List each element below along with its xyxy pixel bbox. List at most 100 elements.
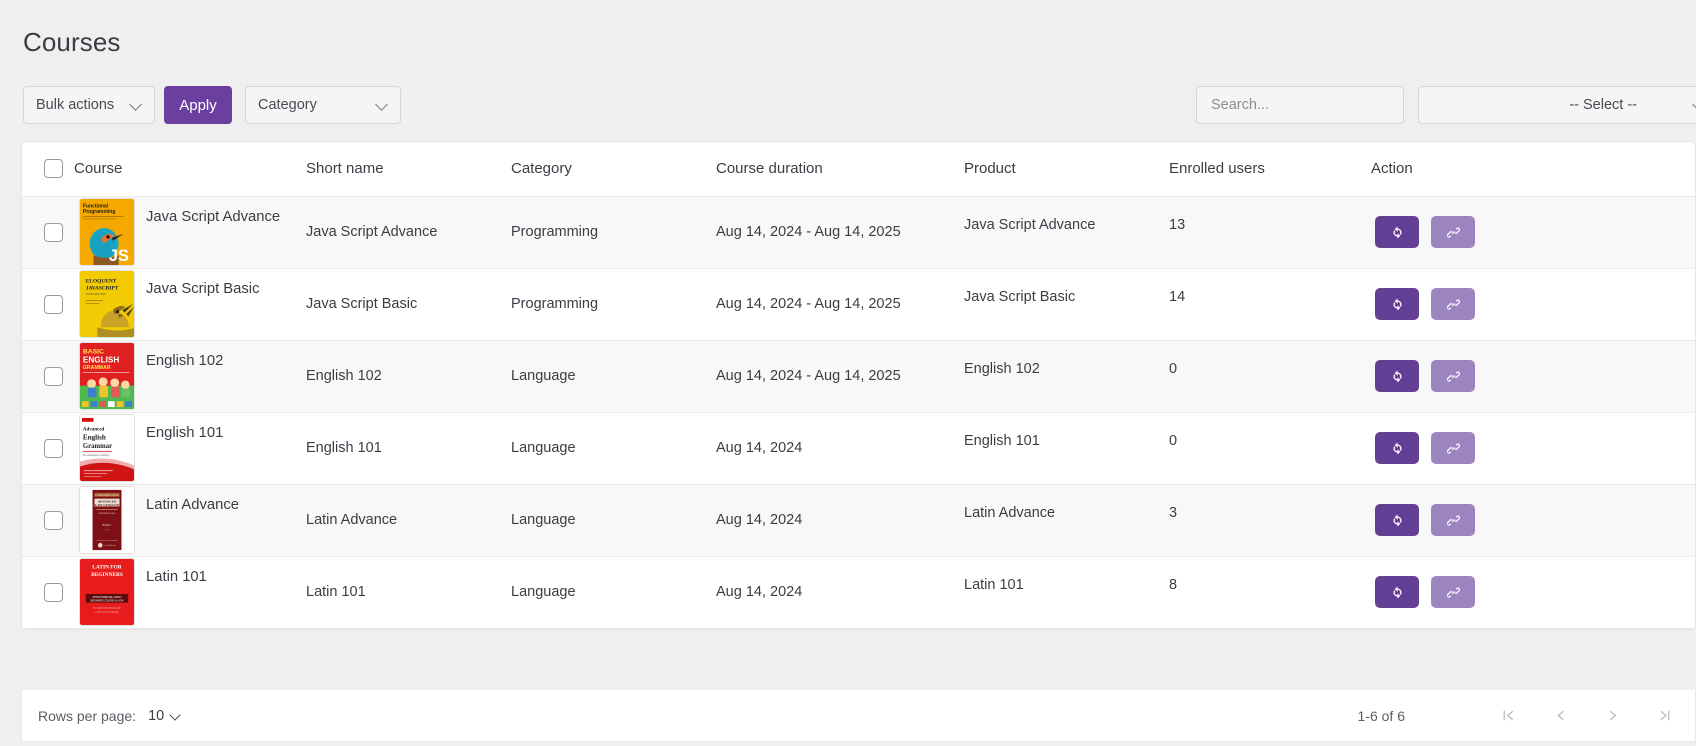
select-all-header: [22, 142, 74, 197]
course-duration: Aug 14, 2024 - Aug 14, 2025: [716, 224, 901, 240]
copy-link-button[interactable]: [1431, 360, 1475, 392]
course-cell: LATIN FOR BEGINNERS STRUCTURED DEL CURSO…: [74, 556, 306, 629]
column-header-course-duration: Course duration: [716, 142, 964, 197]
first-page-icon: [1503, 710, 1513, 721]
row-checkbox[interactable]: [44, 438, 63, 458]
first-page-button[interactable]: [1495, 703, 1521, 729]
column-header-category: Category: [511, 142, 716, 197]
course-cover-thumbnail: LATIN FOR BEGINNERS STRUCTURED DEL CURSO…: [79, 558, 135, 626]
row-checkbox[interactable]: [44, 294, 63, 314]
sync-icon: [1392, 513, 1402, 527]
course-name: English 101: [146, 425, 224, 442]
sync-course-button[interactable]: [1375, 576, 1419, 608]
chevron-down-icon: [130, 99, 142, 111]
enrolled-users-cell: 14: [1169, 268, 1371, 341]
short-name-cell: Latin 101: [306, 556, 511, 629]
table-header: Course Short name Category Course durati…: [22, 142, 1695, 197]
copy-link-button[interactable]: [1431, 216, 1475, 248]
sync-course-button[interactable]: [1375, 504, 1419, 536]
course-cell: Functional Programming JS Java Script Ad…: [74, 196, 306, 269]
sync-icon: [1392, 441, 1402, 455]
category: Language: [511, 368, 576, 384]
action-cell: [1371, 268, 1695, 341]
category-cell: Language: [511, 340, 716, 413]
next-page-icon: [1609, 710, 1616, 721]
row-checkbox[interactable]: [44, 582, 63, 602]
rows-per-page-select[interactable]: 10: [148, 708, 181, 724]
short-name-cell: Java Script Advance: [306, 196, 511, 269]
enrolled-users: 3: [1169, 505, 1178, 521]
duration-cell: Aug 14, 2024: [716, 412, 964, 485]
row-checkbox[interactable]: [44, 222, 63, 242]
enrolled-users: 0: [1169, 361, 1178, 377]
course-duration: Aug 14, 2024 - Aug 14, 2025: [716, 296, 901, 312]
status-select[interactable]: -- Select --: [1418, 86, 1696, 124]
action-cell: [1371, 340, 1695, 413]
svg-text:A to C: A to C: [104, 529, 110, 532]
link-icon: [1446, 227, 1460, 237]
sync-course-button[interactable]: [1375, 432, 1419, 464]
svg-text:for excellence in writing: for excellence in writing: [83, 454, 110, 457]
copy-link-button[interactable]: [1431, 432, 1475, 464]
status-select-label: -- Select --: [1569, 97, 1637, 113]
table-row: Functional Programming JS Java Script Ad…: [22, 196, 1695, 269]
previous-page-button[interactable]: [1547, 703, 1573, 729]
course-name: Java Script Advance: [146, 209, 281, 226]
category-select[interactable]: Category: [245, 86, 401, 124]
chevron-down-icon: [376, 99, 388, 111]
search-input[interactable]: [1209, 96, 1391, 114]
svg-text:A complete introductory guide: A complete introductory guide: [93, 606, 122, 609]
pagination-controls: [1495, 703, 1677, 729]
svg-text:BEGINNERS COURSE IN LATIN: BEGINNERS COURSE IN LATIN: [91, 599, 124, 602]
svg-text:English: English: [83, 433, 106, 441]
column-header-enrolled-users: Enrolled users: [1169, 142, 1371, 197]
svg-text:THIRD EDITION: THIRD EDITION: [86, 292, 106, 296]
apply-button[interactable]: Apply: [164, 86, 232, 124]
category-cell: Language: [511, 484, 716, 557]
search-field[interactable]: [1196, 86, 1404, 124]
column-header-short-name: Short name: [306, 142, 511, 197]
short-name-cell: Java Script Basic: [306, 268, 511, 341]
short-name: English 102: [306, 368, 382, 384]
course-duration: Aug 14, 2024: [716, 512, 803, 528]
copy-link-button[interactable]: [1431, 576, 1475, 608]
row-checkbox[interactable]: [44, 510, 63, 530]
duration-cell: Aug 14, 2024 - Aug 14, 2025: [716, 268, 964, 341]
action-cell: [1371, 196, 1695, 269]
last-page-button[interactable]: [1651, 703, 1677, 729]
enrolled-users-cell: 0: [1169, 340, 1371, 413]
category-cell: Language: [511, 412, 716, 485]
link-icon: [1446, 371, 1460, 381]
product-cell: Latin 101: [964, 556, 1169, 629]
duration-cell: Aug 14, 2024: [716, 484, 964, 557]
svg-text:BEGINNERS: BEGINNERS: [91, 572, 123, 578]
sync-icon: [1392, 369, 1402, 383]
copy-link-button[interactable]: [1431, 504, 1475, 536]
course-duration: Aug 14, 2024: [716, 584, 803, 600]
row-checkbox[interactable]: [44, 366, 63, 386]
svg-text:JS: JS: [109, 247, 129, 265]
sync-course-button[interactable]: [1375, 288, 1419, 320]
category-cell: Language: [511, 556, 716, 629]
course-cover-thumbnail: BASIC ENGLISH GRAMMAR: [79, 342, 135, 410]
category-cell: Programming: [511, 196, 716, 269]
courses-page: Courses Bulk actions Apply Category -- S…: [0, 0, 1696, 746]
sync-course-button[interactable]: [1375, 216, 1419, 248]
link-icon: [1446, 587, 1460, 597]
enrolled-users: 14: [1169, 289, 1186, 305]
table-header-row: Course Short name Category Course durati…: [22, 142, 1695, 197]
svg-text:JAVASCRIPT: JAVASCRIPT: [86, 285, 119, 291]
column-header-course: Course: [74, 142, 306, 197]
sync-icon: [1392, 225, 1402, 239]
product-cell: Java Script Advance: [964, 196, 1169, 269]
enrolled-users: 0: [1169, 433, 1178, 449]
select-all-checkbox[interactable]: [44, 159, 63, 179]
next-page-button[interactable]: [1599, 703, 1625, 729]
svg-text:LATIN FOR: LATIN FOR: [92, 565, 121, 571]
bulk-actions-select[interactable]: Bulk actions: [23, 86, 155, 124]
sync-course-button[interactable]: [1375, 360, 1419, 392]
copy-link-button[interactable]: [1431, 288, 1475, 320]
course-cell: P RAMANATHA AIYAR ADVANCED LAW LEXICON 6…: [74, 484, 306, 557]
course-cover-thumbnail: Advanced English Grammar for excellence …: [79, 414, 135, 482]
course-name: Java Script Basic: [146, 281, 260, 298]
